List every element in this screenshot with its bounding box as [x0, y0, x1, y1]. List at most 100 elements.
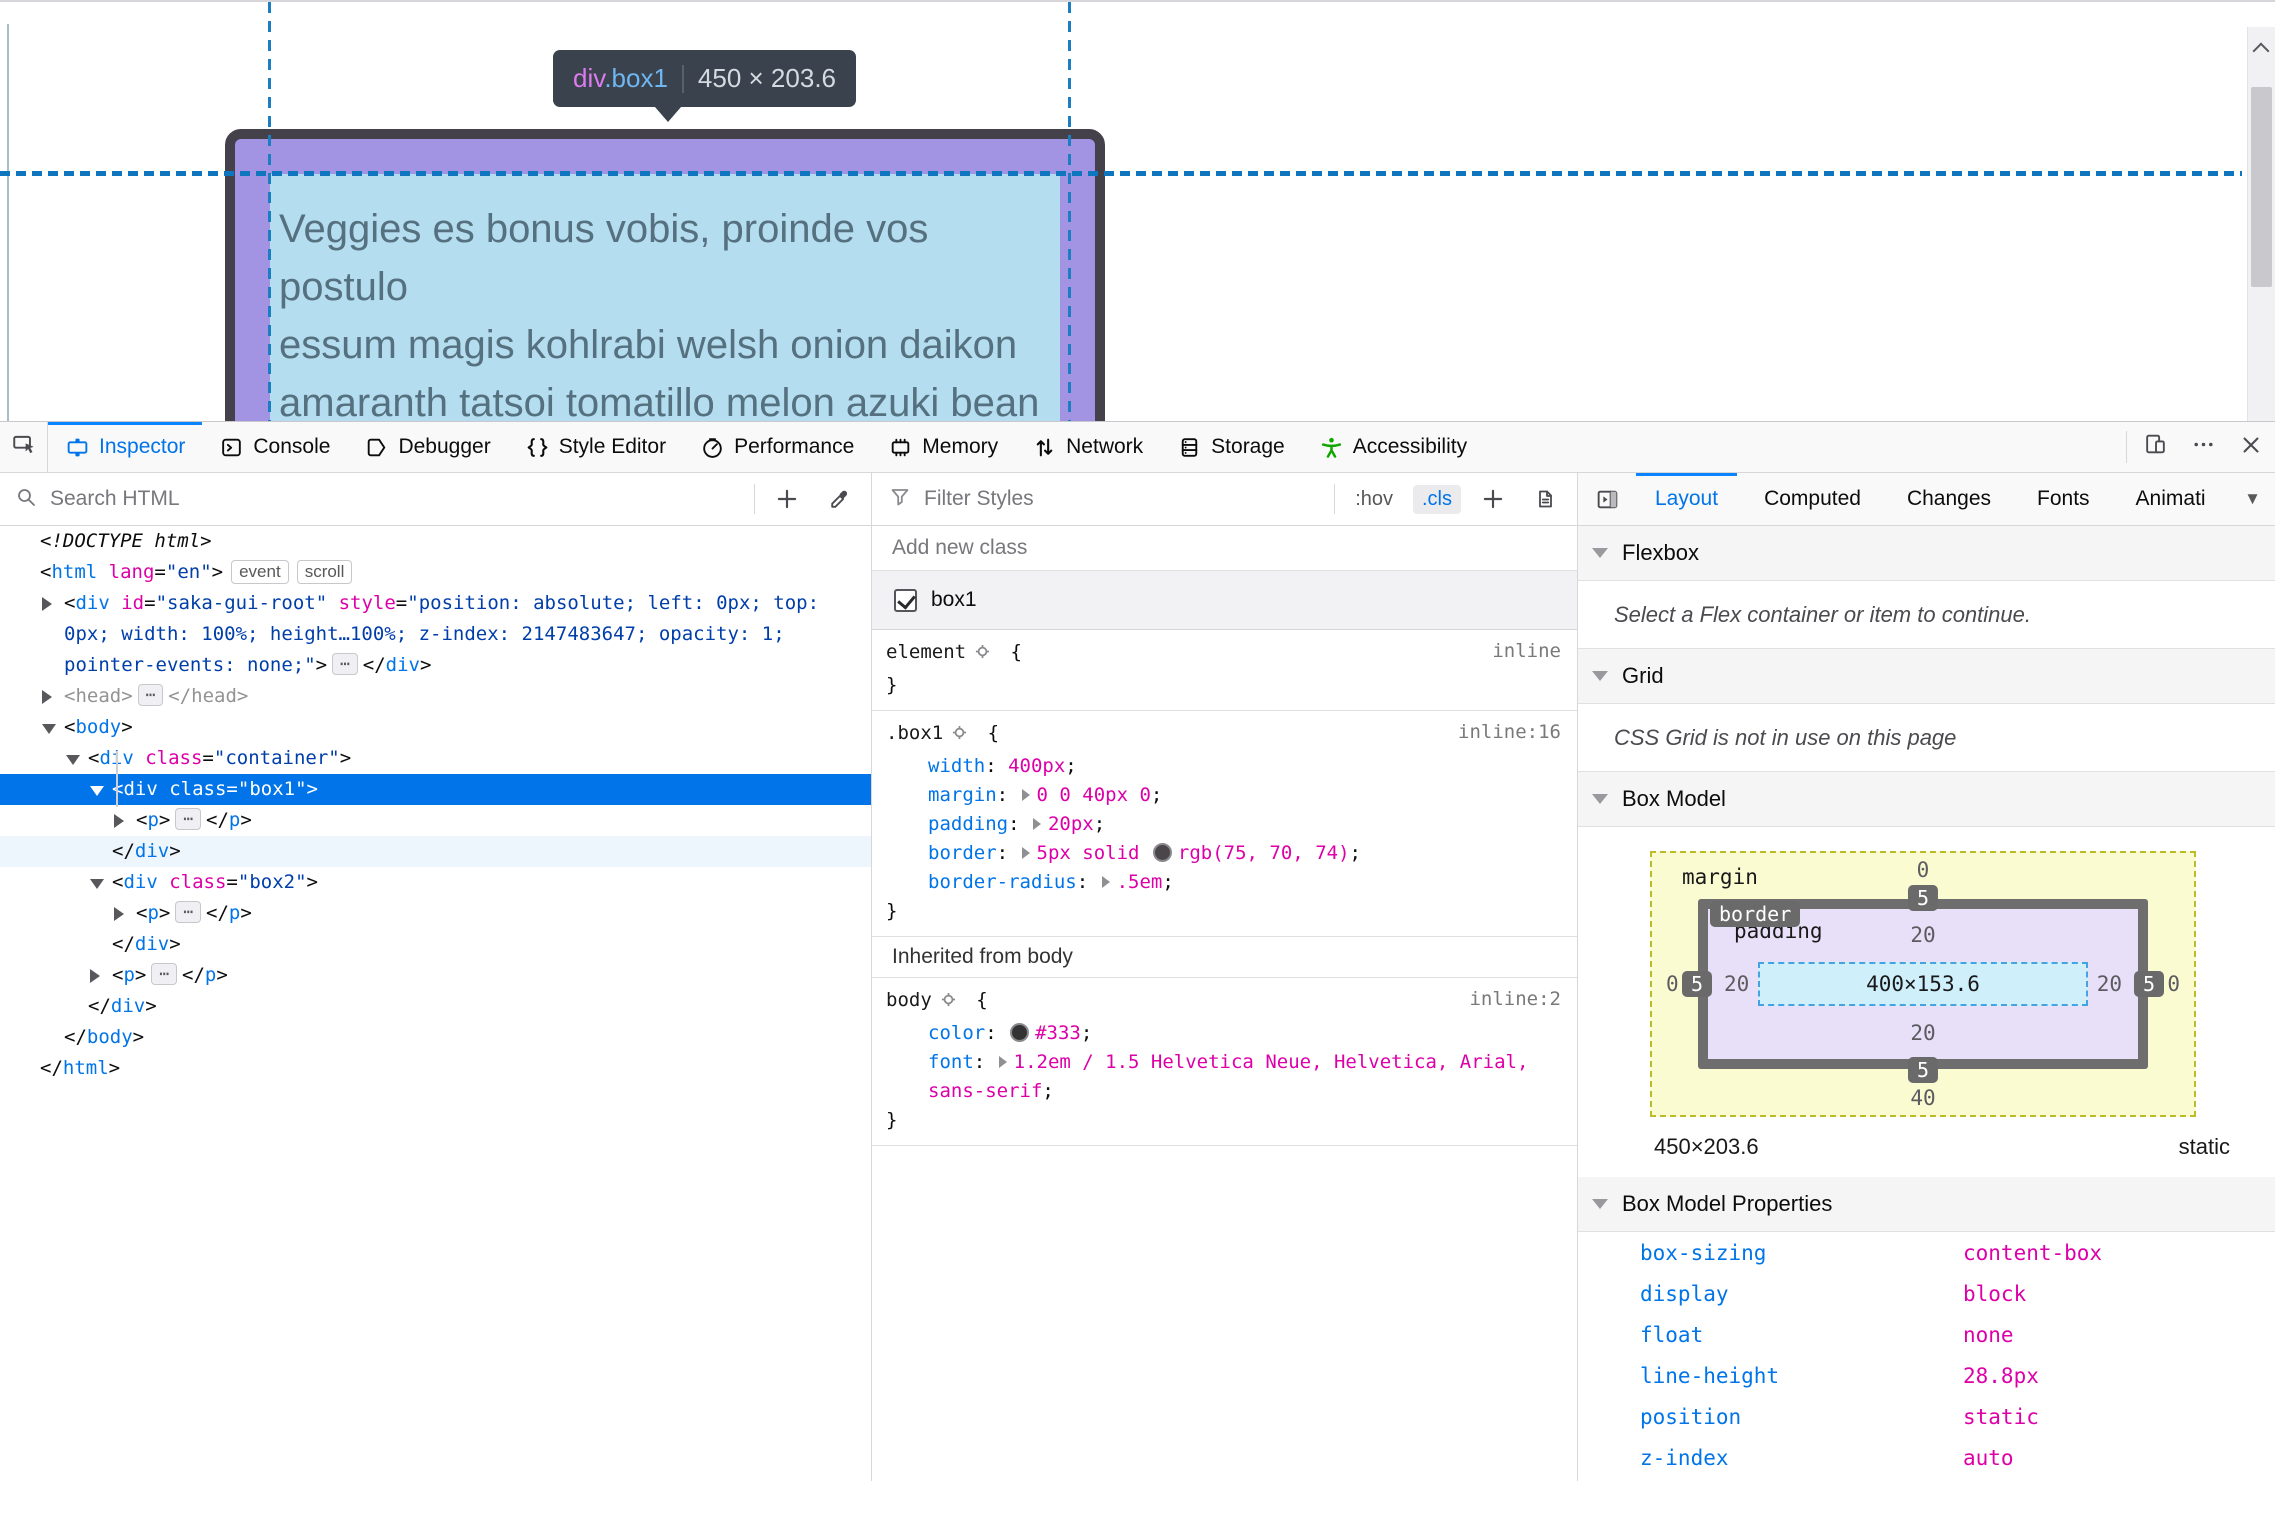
property-value[interactable]: auto	[1963, 1446, 2014, 1470]
property-value[interactable]: 28.8px	[1963, 1364, 2039, 1388]
tab-inspector[interactable]: Inspector	[48, 422, 203, 472]
grid-section-header[interactable]: Grid	[1578, 649, 2275, 704]
tree-node[interactable]: </div>	[0, 991, 871, 1022]
padding-left-value[interactable]: 20	[1724, 972, 1749, 996]
tab-accessibility[interactable]: Accessibility	[1302, 422, 1484, 472]
tree-node[interactable]: <div class="box2">	[0, 867, 871, 898]
property-name[interactable]: font	[928, 1051, 974, 1073]
flexbox-section-header[interactable]: Flexbox	[1578, 526, 2275, 581]
close-devtools-button[interactable]	[2227, 422, 2275, 472]
responsive-design-mode-button[interactable]	[2131, 422, 2179, 472]
search-html-input[interactable]: Search HTML	[50, 487, 742, 511]
add-rule-button[interactable]	[1473, 473, 1513, 525]
scroll-up-arrow-icon[interactable]	[2252, 42, 2270, 60]
expand-arrow-icon[interactable]	[66, 755, 80, 765]
tab-performance[interactable]: Performance	[683, 422, 871, 472]
tree-node[interactable]: <div id="saka-gui-root" style="position:…	[0, 588, 871, 681]
inline-text-ellipsis[interactable]: ⋯	[151, 963, 177, 985]
expand-arrow-icon[interactable]	[90, 879, 104, 889]
margin-bottom-value[interactable]: 40	[1910, 1086, 1935, 1110]
print-media-simulation-button[interactable]	[1525, 473, 1565, 525]
property-name[interactable]: border-radius	[928, 871, 1077, 893]
padding-right-value[interactable]: 20	[2097, 972, 2122, 996]
border-bottom-value[interactable]: 5	[1907, 1057, 1939, 1083]
property-value[interactable]: static	[1963, 1405, 2039, 1429]
node-picker-button[interactable]	[0, 422, 48, 472]
expand-arrow-icon[interactable]	[42, 724, 56, 734]
border-right-value[interactable]: 5	[2133, 971, 2164, 997]
sidebar-toggle-button[interactable]	[1586, 473, 1628, 525]
tree-node[interactable]: <head> ⋯ </head>	[0, 681, 871, 712]
tab-network[interactable]: Network	[1015, 422, 1160, 472]
tree-node[interactable]: </html>	[0, 1053, 871, 1084]
property-value[interactable]: block	[1963, 1282, 2026, 1306]
property-name[interactable]: margin	[928, 784, 997, 806]
selector-highlighter-icon[interactable]	[938, 989, 959, 1019]
rule-source-link[interactable]: inline	[1492, 640, 1561, 662]
property-name[interactable]: z-index	[1640, 1446, 1963, 1470]
property-name[interactable]: float	[1640, 1323, 1963, 1347]
selector-highlighter-icon[interactable]	[972, 641, 993, 671]
color-swatch[interactable]	[1010, 1023, 1030, 1042]
expand-value-icon[interactable]	[1021, 789, 1030, 801]
node-badge[interactable]: event	[231, 560, 289, 584]
sidebar-tab-changes[interactable]: Changes	[1884, 473, 2014, 525]
tree-node[interactable]: <div class="container">	[0, 743, 871, 774]
filter-styles-input[interactable]: Filter Styles	[924, 487, 1322, 511]
border-left-value[interactable]: 5	[1682, 971, 1713, 997]
box-model-padding-layer[interactable]: padding 20 20 20 20 400×153.6	[1708, 909, 2138, 1059]
rule-selector[interactable]: .box1	[886, 722, 943, 744]
property-name[interactable]: position	[1640, 1405, 1963, 1429]
tree-node[interactable]: <!DOCTYPE html>	[0, 526, 871, 557]
property-value[interactable]: #333	[1035, 1022, 1081, 1044]
toggle-pseudo-class-button[interactable]: :hov	[1347, 485, 1401, 514]
create-new-node-button[interactable]	[767, 473, 807, 525]
sidebar-tab-layout[interactable]: Layout	[1632, 473, 1741, 525]
tab-console[interactable]: Console	[202, 422, 347, 472]
css-declaration[interactable]: margin: 0 0 40px 0;	[886, 781, 1563, 810]
css-declaration[interactable]: color: #333;	[886, 1019, 1563, 1048]
box-model-section-header[interactable]: Box Model	[1578, 772, 2275, 827]
property-name[interactable]: color	[928, 1022, 985, 1044]
tree-node[interactable]: <p> ⋯ </p>	[0, 960, 871, 991]
property-value[interactable]: none	[1963, 1323, 2014, 1347]
tree-node[interactable]: </div>	[0, 929, 871, 960]
collapsed-arrow-icon[interactable]	[114, 814, 124, 828]
tab-memory[interactable]: Memory	[871, 422, 1015, 472]
padding-top-value[interactable]: 20	[1910, 923, 1935, 947]
eyedropper-button[interactable]	[819, 473, 859, 525]
selector-highlighter-icon[interactable]	[949, 722, 970, 752]
inline-text-ellipsis[interactable]: ⋯	[137, 684, 164, 706]
css-declaration[interactable]: font: 1.2em / 1.5 Helvetica Neue, Helvet…	[886, 1048, 1563, 1106]
expand-value-icon[interactable]	[998, 1056, 1007, 1068]
css-declaration[interactable]: padding: 20px;	[886, 810, 1563, 839]
collapsed-arrow-icon[interactable]	[42, 690, 52, 704]
property-value[interactable]: .5em	[1117, 871, 1163, 893]
box-model-margin-layer[interactable]: margin 0 40 0 0 border 5 5 5 5 padding 2…	[1650, 851, 2196, 1117]
inline-text-ellipsis[interactable]: ⋯	[175, 901, 201, 923]
box-model-border-layer[interactable]: border 5 5 5 5 padding 20 20 20 20 400×1…	[1682, 885, 2164, 1083]
margin-top-value[interactable]: 0	[1917, 858, 1930, 882]
tree-node[interactable]: <html lang="en"> event scroll	[0, 557, 871, 588]
box-model-properties-header[interactable]: Box Model Properties	[1578, 1177, 2275, 1232]
property-value[interactable]: 400px	[1008, 755, 1065, 777]
padding-bottom-value[interactable]: 20	[1910, 1021, 1935, 1045]
class-checkbox[interactable]	[894, 588, 917, 612]
tree-node[interactable]: <p> ⋯ </p>	[0, 898, 871, 929]
rule-selector[interactable]: element	[886, 641, 966, 663]
expand-value-icon[interactable]	[1101, 876, 1110, 888]
collapsed-arrow-icon[interactable]	[114, 907, 124, 921]
property-name[interactable]: line-height	[1640, 1364, 1963, 1388]
property-name[interactable]: border	[928, 842, 997, 864]
tab-debugger[interactable]: Debugger	[347, 422, 507, 472]
node-badge[interactable]: scroll	[296, 560, 353, 584]
rule-selector[interactable]: body	[886, 989, 932, 1011]
tab-overflow-dropdown[interactable]: ▼	[2238, 489, 2267, 509]
add-new-class-input[interactable]: Add new class	[892, 536, 1557, 560]
property-name[interactable]: width	[928, 755, 985, 777]
expand-arrow-icon[interactable]	[90, 786, 104, 796]
toggle-class-panel-button[interactable]: .cls	[1413, 484, 1461, 514]
collapsed-arrow-icon[interactable]	[90, 969, 100, 983]
sidebar-tab-computed[interactable]: Computed	[1741, 473, 1884, 525]
tree-node[interactable]: <body>	[0, 712, 871, 743]
